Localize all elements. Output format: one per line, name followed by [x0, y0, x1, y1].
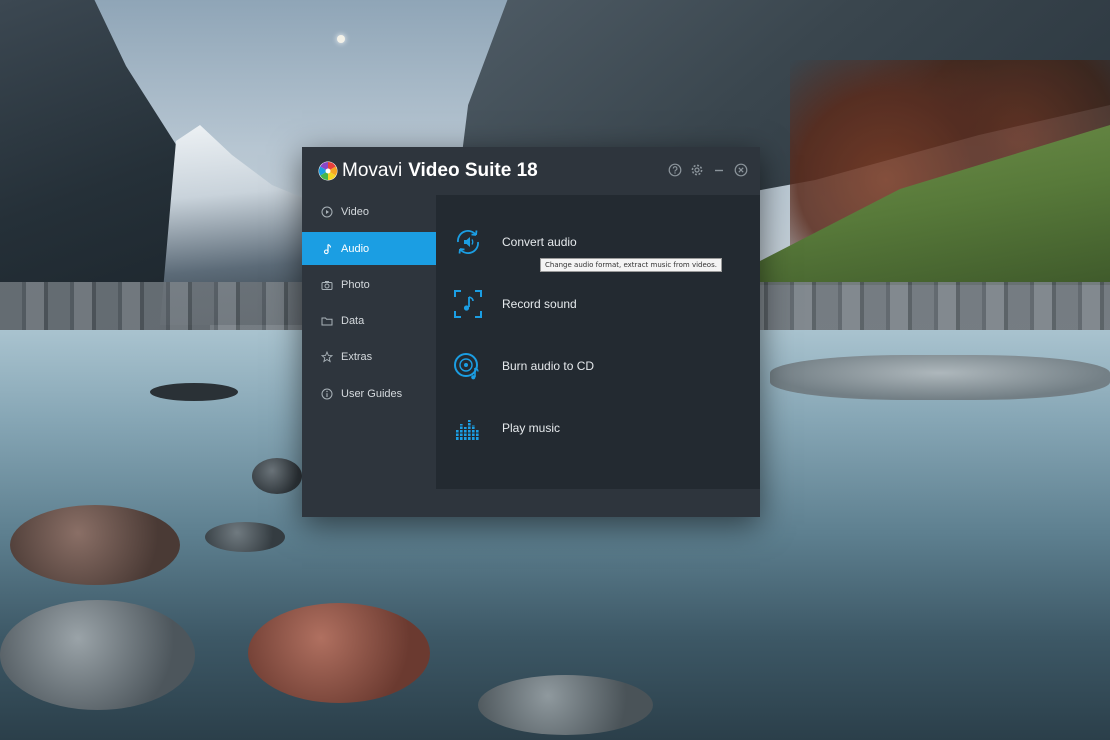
help-icon: [668, 163, 682, 177]
window-controls: [668, 163, 748, 177]
record-sound-icon: [452, 288, 484, 320]
play-circle-icon: [321, 206, 333, 218]
sidebar-item-label: Data: [341, 314, 365, 327]
feature-label: Convert audio: [502, 235, 577, 249]
camera-icon: [321, 279, 333, 291]
star-icon: [321, 350, 333, 363]
wallpaper-rock: [248, 603, 430, 703]
movavi-logo-icon: [318, 161, 338, 181]
convert-audio-icon: [452, 226, 484, 258]
convert-audio-tooltip: Change audio format, extract music from …: [540, 258, 722, 272]
sidebar-item-label: Extras: [341, 350, 373, 363]
minimize-icon: [715, 169, 723, 172]
wallpaper-rock: [150, 383, 238, 401]
wallpaper-rock: [10, 505, 180, 585]
wallpaper-rock: [205, 522, 285, 552]
sidebar-item-extras[interactable]: Extras: [302, 340, 436, 373]
help-button[interactable]: [668, 163, 682, 177]
music-note-icon: [321, 243, 333, 255]
sidebar-item-audio[interactable]: Audio: [302, 232, 436, 265]
close-button[interactable]: [734, 163, 748, 177]
burn-audio-cd-button[interactable]: Burn audio to CD: [436, 341, 760, 391]
audio-tools-panel: Convert audio Record sound Burn audio to…: [436, 195, 760, 489]
settings-button[interactable]: [690, 163, 704, 177]
gear-icon: [691, 164, 703, 176]
sidebar-item-user-guides[interactable]: User Guides: [302, 377, 436, 410]
feature-label: Record sound: [502, 297, 577, 311]
sidebar-item-video[interactable]: Video: [302, 195, 436, 228]
record-sound-button[interactable]: Record sound: [436, 279, 760, 329]
wallpaper-rock: [478, 675, 653, 735]
sidebar-item-label: Video: [341, 205, 369, 218]
feature-label: Play music: [502, 421, 561, 435]
info-icon: [321, 388, 333, 400]
folder-icon: [321, 315, 333, 327]
play-music-button[interactable]: Play music: [436, 403, 760, 453]
wallpaper-rock: [0, 600, 195, 710]
app-title-product: Video Suite 18: [408, 160, 538, 181]
app-title-brand: Movavi: [342, 160, 403, 181]
feature-label: Burn audio to CD: [502, 359, 595, 373]
sidebar: Video Audio Photo Data Extras User Guide…: [302, 195, 436, 517]
sidebar-item-label: User Guides: [341, 387, 403, 400]
close-icon: [734, 163, 748, 177]
minimize-button[interactable]: [712, 163, 726, 177]
wallpaper-rock: [252, 458, 302, 494]
sidebar-item-label: Photo: [341, 278, 370, 291]
app-window: Movavi Video Suite 18 Video Audio Photo …: [302, 147, 760, 517]
title-bar[interactable]: Movavi Video Suite 18: [302, 147, 760, 195]
wallpaper-moon: [337, 35, 345, 43]
wallpaper-rocks-far: [770, 355, 1110, 400]
equalizer-icon: [452, 412, 484, 444]
sidebar-item-label: Audio: [341, 242, 370, 255]
sidebar-item-data[interactable]: Data: [302, 304, 436, 337]
sidebar-item-photo[interactable]: Photo: [302, 268, 436, 301]
burn-cd-icon: [452, 350, 484, 382]
